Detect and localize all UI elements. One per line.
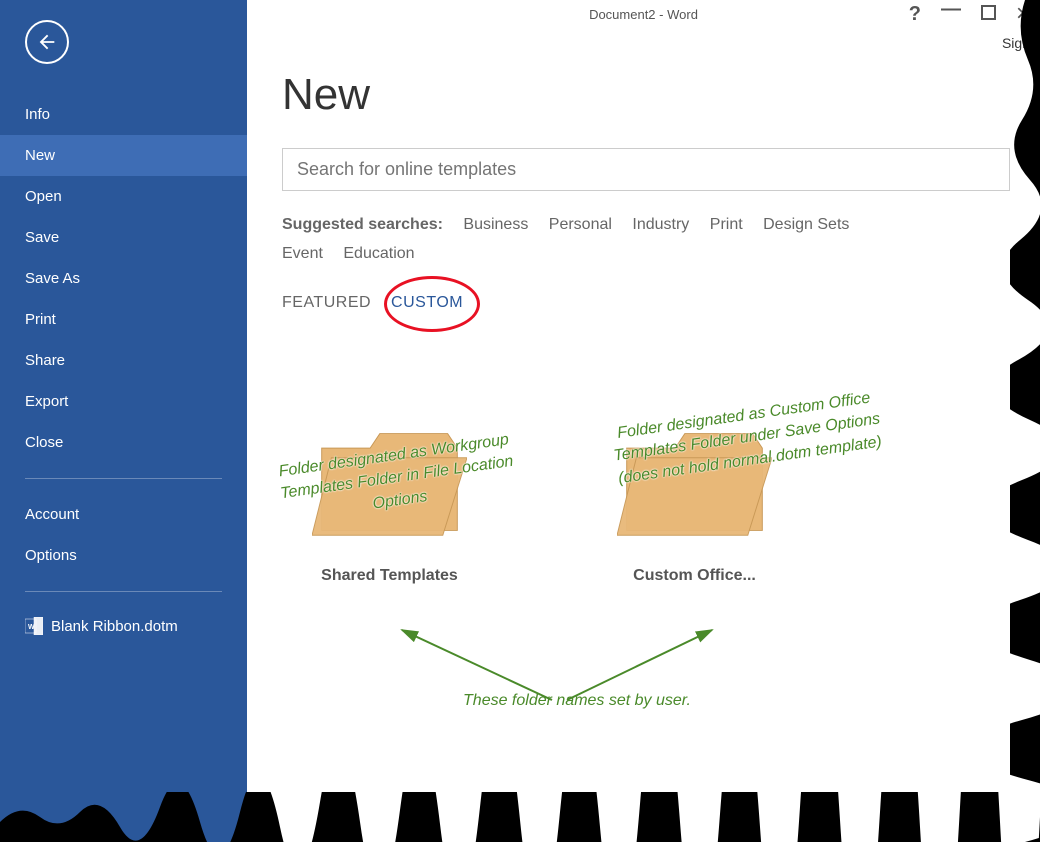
sidebar-item-open[interactable]: Open: [0, 176, 247, 217]
sidebar-label: Close: [25, 434, 63, 451]
svg-text:W: W: [28, 624, 35, 631]
sidebar-item-print[interactable]: Print: [0, 299, 247, 340]
suggested-link-industry[interactable]: Industry: [632, 216, 689, 233]
backstage-sidebar: Info New Open Save Save As Print Share E…: [0, 0, 247, 842]
annotation-arrow: [392, 620, 562, 710]
suggested-link-print[interactable]: Print: [710, 216, 743, 233]
sidebar-label: Print: [25, 311, 56, 328]
sidebar-label: Info: [25, 106, 50, 123]
sidebar-label: New: [25, 147, 55, 164]
suggested-link-design-sets[interactable]: Design Sets: [763, 216, 849, 233]
word-doc-icon: W: [25, 617, 43, 635]
sidebar-label: Share: [25, 352, 65, 369]
suggested-searches: Suggested searches: Business Personal In…: [282, 211, 1010, 269]
sidebar-item-save-as[interactable]: Save As: [0, 258, 247, 299]
torn-edge-right: [1010, 0, 1040, 842]
suggested-link-business[interactable]: Business: [463, 216, 528, 233]
sidebar-item-info[interactable]: Info: [0, 94, 247, 135]
template-folders: Shared Templates Custom Office...: [282, 422, 1010, 585]
sidebar-item-account[interactable]: Account: [0, 494, 247, 535]
suggested-link-education[interactable]: Education: [343, 245, 414, 262]
folder-icon: [312, 422, 467, 542]
torn-edge-bottom: [0, 792, 1040, 842]
suggested-link-event[interactable]: Event: [282, 245, 323, 262]
sidebar-label: Options: [25, 547, 77, 564]
folder-shared-templates[interactable]: Shared Templates: [312, 422, 467, 585]
annotation-bottom: These folder names set by user.: [377, 690, 777, 712]
sidebar-label: Account: [25, 506, 79, 523]
sidebar-item-share[interactable]: Share: [0, 340, 247, 381]
divider: [25, 591, 222, 592]
sidebar-label: Export: [25, 393, 68, 410]
divider: [25, 478, 222, 479]
sidebar-item-save[interactable]: Save: [0, 217, 247, 258]
sidebar-item-new[interactable]: New: [0, 135, 247, 176]
arrow-left-icon: [36, 31, 58, 53]
folder-icon: [617, 422, 772, 542]
sidebar-label: Save: [25, 229, 59, 246]
backstage-window: Info New Open Save Save As Print Share E…: [0, 0, 1040, 842]
sidebar-item-options[interactable]: Options: [0, 535, 247, 576]
tab-featured[interactable]: FEATURED: [282, 294, 371, 312]
folder-custom-office[interactable]: Custom Office...: [617, 422, 772, 585]
folder-label: Shared Templates: [321, 567, 458, 585]
sidebar-label: Open: [25, 188, 62, 205]
sidebar-label: Save As: [25, 270, 80, 287]
sidebar-item-export[interactable]: Export: [0, 381, 247, 422]
recent-doc-label: Blank Ribbon.dotm: [51, 618, 178, 635]
sidebar-item-close[interactable]: Close: [0, 422, 247, 463]
page-title: New: [282, 70, 1010, 120]
tab-custom[interactable]: CUSTOM: [391, 294, 463, 312]
main-content: New Suggested searches: Business Persona…: [247, 0, 1040, 842]
template-tabs: FEATURED CUSTOM: [282, 294, 1010, 312]
back-button[interactable]: [25, 20, 69, 64]
template-search-input[interactable]: [282, 148, 1010, 191]
annotation-arrow: [557, 620, 727, 710]
suggested-link-personal[interactable]: Personal: [549, 216, 612, 233]
folder-label: Custom Office...: [633, 567, 756, 585]
suggested-label: Suggested searches:: [282, 216, 443, 233]
recent-document[interactable]: W Blank Ribbon.dotm: [0, 607, 247, 645]
